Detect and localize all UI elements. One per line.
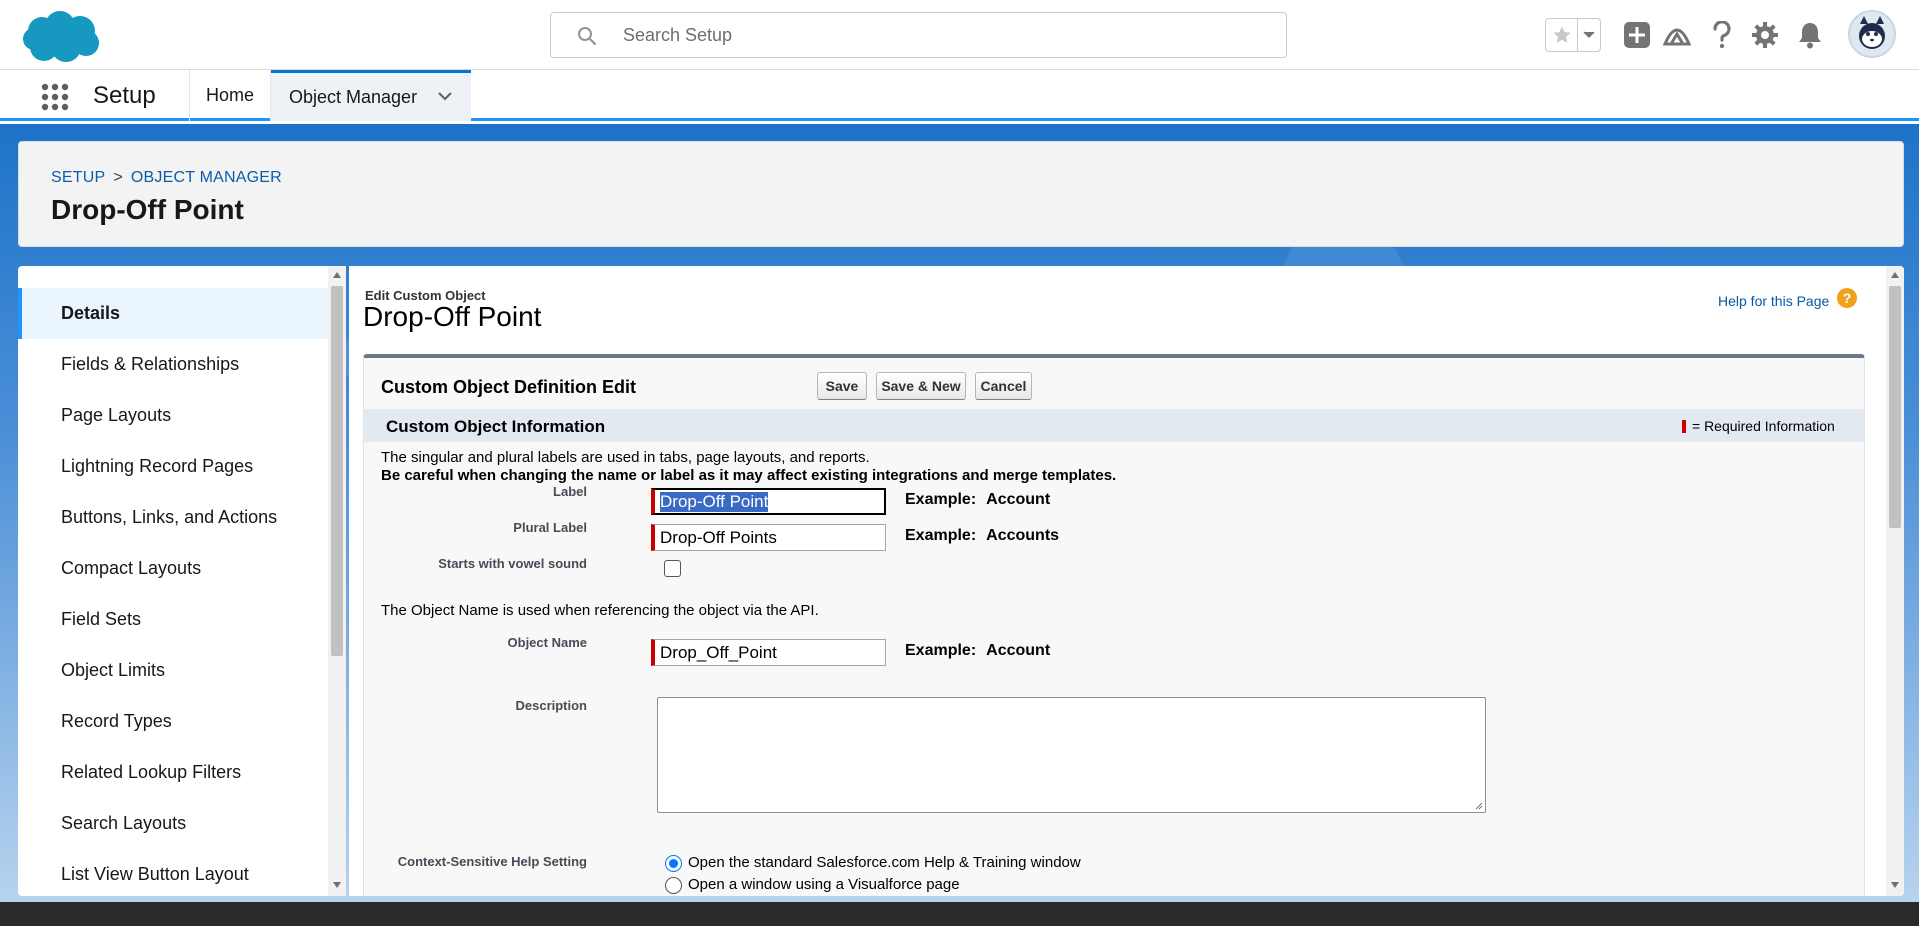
- help-option-visualforce-radio[interactable]: [665, 877, 682, 894]
- sidebar-scrollbar[interactable]: [328, 266, 346, 896]
- sidebar-list: Details Fields & Relationships Page Layo…: [18, 288, 328, 896]
- sidebar-item-page-layouts[interactable]: Page Layouts: [18, 390, 328, 441]
- label-input[interactable]: Drop-Off Point: [651, 488, 886, 515]
- scroll-up-icon[interactable]: [1891, 272, 1899, 278]
- breadcrumb: SETUP > OBJECT MANAGER: [51, 169, 282, 187]
- object-name-example-prefix: Example:: [905, 642, 977, 659]
- plural-label-example-prefix: Example:: [905, 527, 977, 544]
- sidebar-item-object-limits[interactable]: Object Limits: [18, 645, 328, 696]
- gear-icon[interactable]: [1749, 19, 1781, 51]
- favorites-group: [1545, 18, 1601, 52]
- help-for-page-link[interactable]: Help for this Page: [1718, 293, 1829, 309]
- help-option-standard-label[interactable]: Open the standard Salesforce.com Help & …: [688, 854, 1081, 871]
- save-new-button[interactable]: Save & New: [876, 372, 966, 400]
- object-name-input[interactable]: Drop_Off_Point: [651, 639, 886, 666]
- plural-label-example: Example: Accounts: [905, 527, 1059, 545]
- label-field-label: Label: [553, 484, 587, 499]
- intro-warning-text: Be careful when changing the name or lab…: [381, 467, 1117, 484]
- sidebar-item-lightning-record-pages[interactable]: Lightning Record Pages: [18, 441, 328, 492]
- search-input[interactable]: [623, 23, 1223, 47]
- scroll-down-icon[interactable]: [1891, 882, 1899, 888]
- tab-home[interactable]: Home: [190, 70, 271, 121]
- add-icon[interactable]: [1621, 19, 1653, 51]
- trailhead-icon[interactable]: [1661, 19, 1693, 51]
- sidebar-item-record-types[interactable]: Record Types: [18, 696, 328, 747]
- sidebar: Details Fields & Relationships Page Layo…: [18, 266, 346, 896]
- scroll-down-icon[interactable]: [333, 882, 341, 888]
- app-launcher-icon[interactable]: [40, 82, 70, 112]
- description-label: Description: [515, 698, 587, 713]
- edit-block: Custom Object Definition Edit Save Save …: [363, 354, 1865, 896]
- label-example-value: Account: [986, 491, 1051, 508]
- vowel-sound-checkbox[interactable]: [664, 560, 681, 577]
- page-title: Drop-Off Point: [51, 194, 244, 225]
- label-example: Example: Account: [905, 491, 1050, 509]
- help-icon[interactable]: [1706, 19, 1738, 51]
- vowel-sound-label: Starts with vowel sound: [438, 556, 587, 571]
- scroll-up-icon[interactable]: [333, 272, 341, 278]
- sidebar-item-search-layouts[interactable]: Search Layouts: [18, 798, 328, 849]
- tab-object-manager[interactable]: Object Manager: [271, 70, 471, 121]
- required-legend: = Required Information: [1682, 418, 1835, 434]
- plural-label-input[interactable]: Drop-Off Points: [651, 524, 886, 551]
- object-name-example: Example: Account: [905, 642, 1050, 660]
- required-marker: [1682, 419, 1686, 433]
- object-name-input-value: Drop_Off_Point: [660, 642, 777, 662]
- salesforce-logo[interactable]: [20, 9, 102, 65]
- section-title: Custom Object Information: [386, 417, 606, 436]
- plural-label-example-value: Accounts: [986, 527, 1060, 544]
- label-input-value: Drop-Off Point: [660, 491, 769, 512]
- plural-label-field-label: Plural Label: [513, 520, 587, 535]
- global-header: [0, 0, 1919, 70]
- breadcrumb-setup[interactable]: SETUP: [51, 169, 105, 186]
- chevron-down-icon[interactable]: [437, 90, 453, 102]
- breadcrumb-object-manager[interactable]: OBJECT MANAGER: [131, 169, 282, 186]
- section-header: Custom Object Information = Required Inf…: [364, 409, 1864, 442]
- block-title: Custom Object Definition Edit: [381, 377, 636, 397]
- breadcrumb-separator: >: [113, 169, 123, 186]
- cancel-button[interactable]: Cancel: [975, 372, 1032, 400]
- resize-grip-icon[interactable]: [1473, 800, 1483, 810]
- help-option-visualforce-label[interactable]: Open a window using a Visualforce page: [688, 876, 960, 893]
- edit-title: Drop-Off Point: [363, 301, 542, 332]
- sidebar-item-list-view-button-layout[interactable]: List View Button Layout: [18, 849, 328, 896]
- tab-object-manager-label: Object Manager: [289, 86, 418, 107]
- sidebar-item-compact-layouts[interactable]: Compact Layouts: [18, 543, 328, 594]
- search-icon: [578, 27, 597, 46]
- sidebar-scroll-thumb[interactable]: [331, 286, 343, 656]
- save-button[interactable]: Save: [817, 372, 867, 400]
- help-question-icon[interactable]: ?: [1837, 288, 1857, 308]
- object-name-example-value: Account: [986, 642, 1051, 659]
- main-scrollbar[interactable]: [1886, 266, 1904, 896]
- main-content: Edit Custom Object Drop-Off Point Help f…: [349, 266, 1904, 896]
- label-example-prefix: Example:: [905, 491, 977, 508]
- search-box[interactable]: [550, 12, 1287, 58]
- main-scroll-thumb[interactable]: [1889, 286, 1901, 528]
- description-textarea[interactable]: [657, 697, 1486, 813]
- favorites-dropdown-icon[interactable]: [1578, 19, 1600, 51]
- app-name: Setup: [93, 82, 156, 109]
- plural-label-input-value: Drop-Off Points: [660, 527, 777, 547]
- api-note-text: The Object Name is used when referencing…: [381, 602, 819, 619]
- avatar[interactable]: [1848, 10, 1896, 58]
- sidebar-item-field-sets[interactable]: Field Sets: [18, 594, 328, 645]
- page-header: SETUP > OBJECT MANAGER Drop-Off Point: [18, 141, 1904, 247]
- os-taskbar: [0, 902, 1919, 926]
- object-name-label: Object Name: [507, 635, 587, 650]
- intro-text: The singular and plural labels are used …: [381, 449, 870, 466]
- required-legend-text: = Required Information: [1692, 418, 1835, 434]
- help-option-standard-radio[interactable]: [665, 855, 682, 872]
- sidebar-item-related-lookup-filters[interactable]: Related Lookup Filters: [18, 747, 328, 798]
- help-setting-label: Context-Sensitive Help Setting: [397, 854, 587, 869]
- sidebar-item-details[interactable]: Details: [18, 288, 328, 339]
- sidebar-item-fields-relationships[interactable]: Fields & Relationships: [18, 339, 328, 390]
- sidebar-item-buttons-links-actions[interactable]: Buttons, Links, and Actions: [18, 492, 328, 543]
- favorites-star-icon[interactable]: [1546, 19, 1578, 51]
- context-nav: Setup Home Object Manager: [0, 70, 1919, 121]
- bell-icon[interactable]: [1794, 19, 1826, 51]
